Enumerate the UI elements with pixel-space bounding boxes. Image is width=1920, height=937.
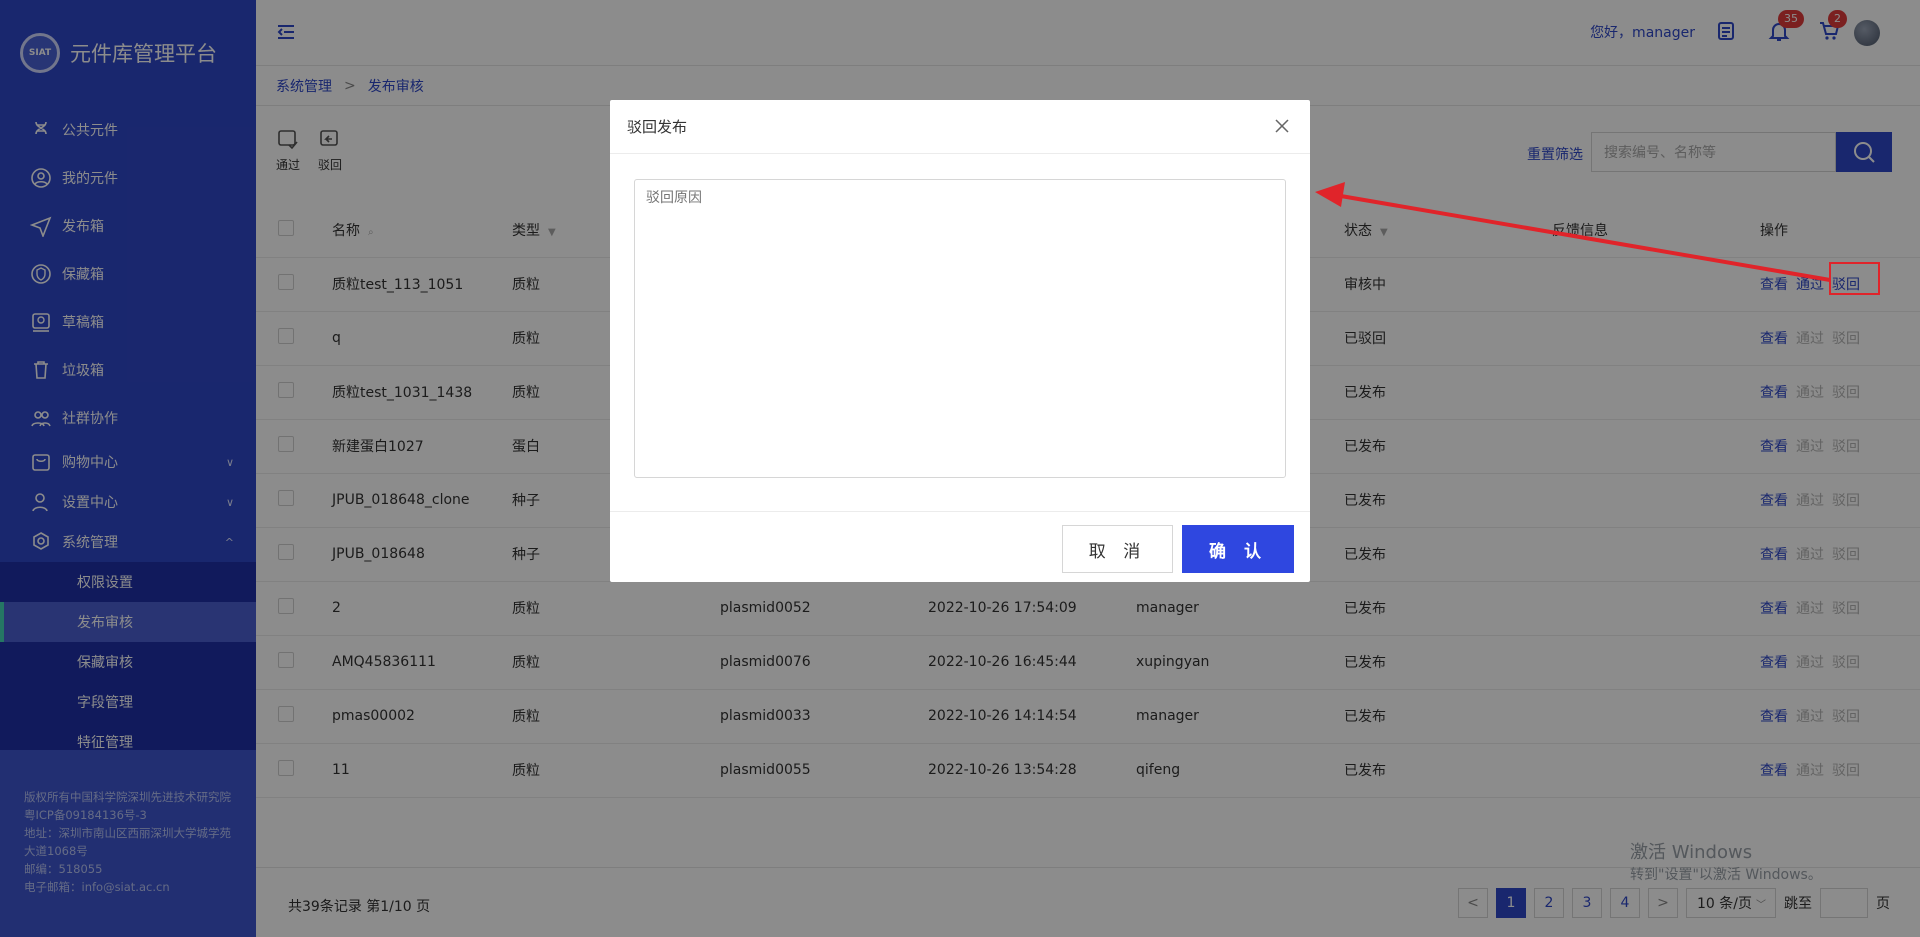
dialog-title: 驳回发布 [610,100,1310,154]
confirm-button[interactable]: 确 认 [1182,525,1294,573]
reject-publish-dialog: 驳回发布 取 消 确 认 [610,100,1310,582]
close-icon[interactable] [1274,118,1292,136]
cancel-button[interactable]: 取 消 [1062,525,1173,573]
dialog-footer: 取 消 确 认 [610,511,1310,582]
annotation-highlight-box [1829,262,1880,295]
reject-reason-textarea[interactable] [634,179,1286,478]
